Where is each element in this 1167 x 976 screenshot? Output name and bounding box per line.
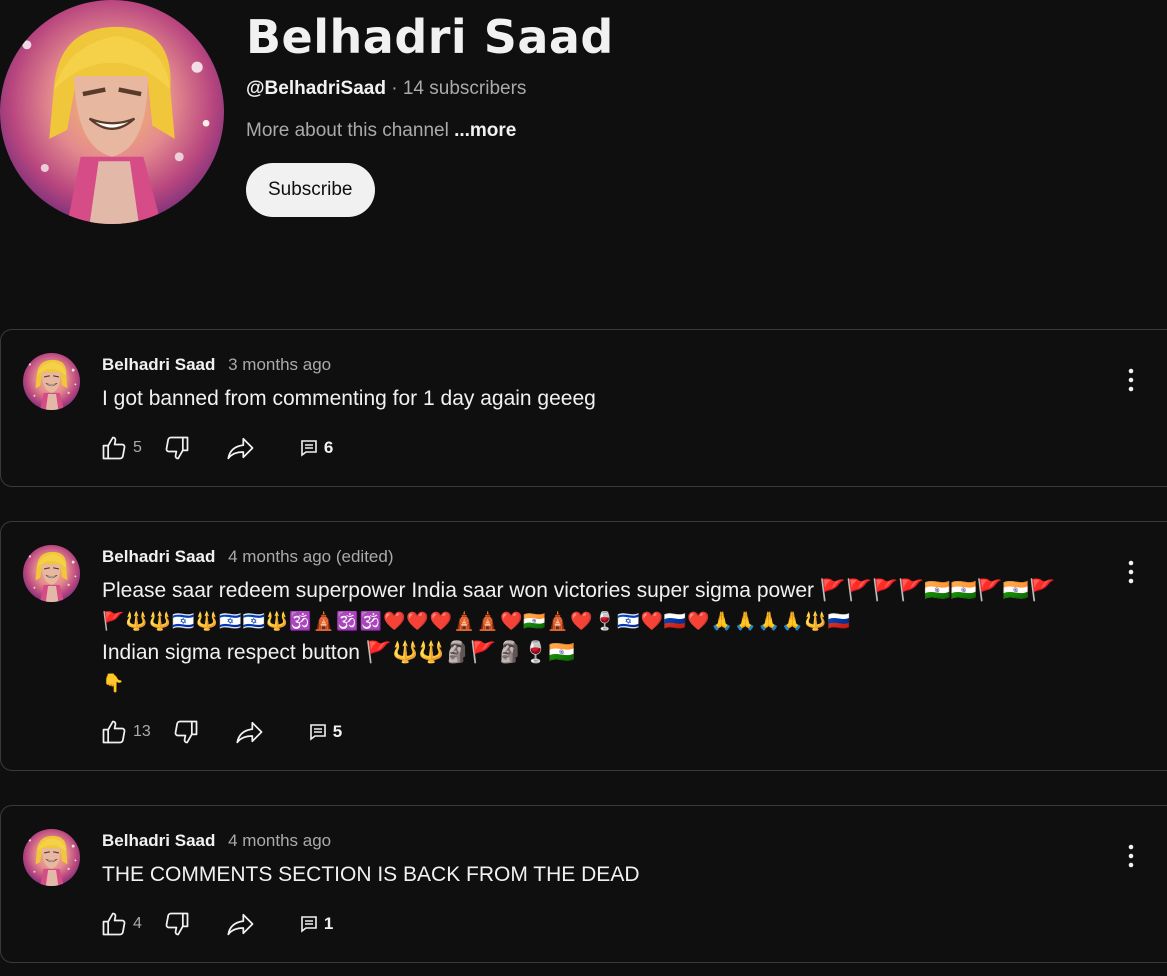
comment-card: Belhadri Saad 4 months ago (edited) Plea… [0,521,1167,771]
comment-author[interactable]: Belhadri Saad [102,831,215,850]
comment-header: Belhadri Saad 3 months ago [102,355,331,375]
vertical-dots-icon [1128,560,1134,584]
comment-text-line: THE COMMENTS SECTION IS BACK FROM THE DE… [102,863,640,886]
like-count: 4 [133,915,142,932]
dislike-button[interactable] [160,907,194,941]
thumbs-up-icon [102,912,126,936]
channel-name: Belhadri Saad [246,10,614,64]
dislike-button[interactable] [160,431,194,465]
reply-count[interactable]: 5 [333,722,342,742]
comment-menu-button[interactable] [1119,366,1143,394]
like-count: 5 [133,439,142,456]
comment-avatar[interactable] [23,545,80,602]
channel-about[interactable]: More about this channel ...more [246,120,614,142]
comment-text-line: I got banned from commenting for 1 day a… [102,387,596,410]
comment-emoji-line: 🚩🔱🔱🇮🇱🔱🇮🇱🇮🇱🔱🕉️🛕🕉️🕉️❤️❤️❤️🛕🛕❤️🇮🇳🛕❤️🍷🇮🇱❤️🇷🇺… [102,611,852,632]
comment-text-line: Indian sigma respect button 🚩🔱🔱🗿🚩🗿🍷🇮🇳 [102,641,576,664]
channel-handle[interactable]: @BelhadriSaad [246,78,386,99]
comment-author[interactable]: Belhadri Saad [102,547,215,566]
comment-card: Belhadri Saad 4 months ago THE COMMENTS … [0,805,1167,963]
channel-meta: @BelhadriSaad · 14 subscribers [246,78,614,100]
replies-button[interactable] [292,431,326,465]
channel-avatar[interactable] [0,0,224,224]
vertical-dots-icon [1128,844,1134,868]
comment-icon [301,916,317,933]
share-button[interactable] [224,907,258,941]
dislike-button[interactable] [169,715,203,749]
share-button[interactable] [224,431,258,465]
comment-icon [301,440,317,457]
thumbs-up-icon [102,436,126,460]
comment-menu-button[interactable] [1119,842,1143,870]
subscriber-count: 14 subscribers [402,78,527,99]
vertical-dots-icon [1128,368,1134,392]
comment-actions: 4 1 [97,906,333,942]
replies-button[interactable] [292,907,326,941]
share-arrow-icon [236,721,263,744]
share-arrow-icon [227,437,254,460]
comment-avatar[interactable] [23,353,80,410]
comment-time[interactable]: 4 months ago (edited) [228,547,393,566]
channel-header: Belhadri Saad @BelhadriSaad · 14 subscri… [0,0,1167,260]
thumbs-down-icon [165,912,189,936]
replies-button[interactable] [301,715,335,749]
comment-emoji-line: 👇 [102,673,126,694]
subscribe-button[interactable]: Subscribe [246,163,375,217]
thumbs-down-icon [165,436,189,460]
reply-count[interactable]: 1 [324,914,333,934]
comment-card: Belhadri Saad 3 months ago I got banned … [0,329,1167,487]
comment-text: THE COMMENTS SECTION IS BACK FROM THE DE… [102,859,1112,890]
share-arrow-icon [227,913,254,936]
like-button[interactable] [97,715,131,749]
comment-text-line: Please saar redeem superpower India saar… [102,579,1056,602]
comment-text: I got banned from commenting for 1 day a… [102,383,1112,414]
comment-text: Please saar redeem superpower India saar… [102,575,1112,699]
comment-header: Belhadri Saad 4 months ago [102,831,331,851]
meta-separator: · [385,78,403,99]
like-button[interactable] [97,907,131,941]
more-link[interactable]: ...more [454,120,516,141]
reply-count[interactable]: 6 [324,438,333,458]
comment-actions: 13 5 [97,714,342,750]
like-count: 13 [133,723,151,740]
comment-time[interactable]: 3 months ago [228,355,331,374]
comment-actions: 5 6 [97,430,333,466]
comment-author[interactable]: Belhadri Saad [102,355,215,374]
comment-avatar[interactable] [23,829,80,886]
thumbs-up-icon [102,720,126,744]
channel-info: Belhadri Saad @BelhadriSaad · 14 subscri… [246,8,614,217]
share-button[interactable] [233,715,267,749]
comment-icon [309,724,326,741]
about-text: More about this channel [246,120,449,141]
comment-header: Belhadri Saad 4 months ago (edited) [102,547,394,567]
thumbs-down-icon [174,720,198,744]
like-button[interactable] [97,431,131,465]
comment-time[interactable]: 4 months ago [228,831,331,850]
comment-menu-button[interactable] [1119,558,1143,586]
